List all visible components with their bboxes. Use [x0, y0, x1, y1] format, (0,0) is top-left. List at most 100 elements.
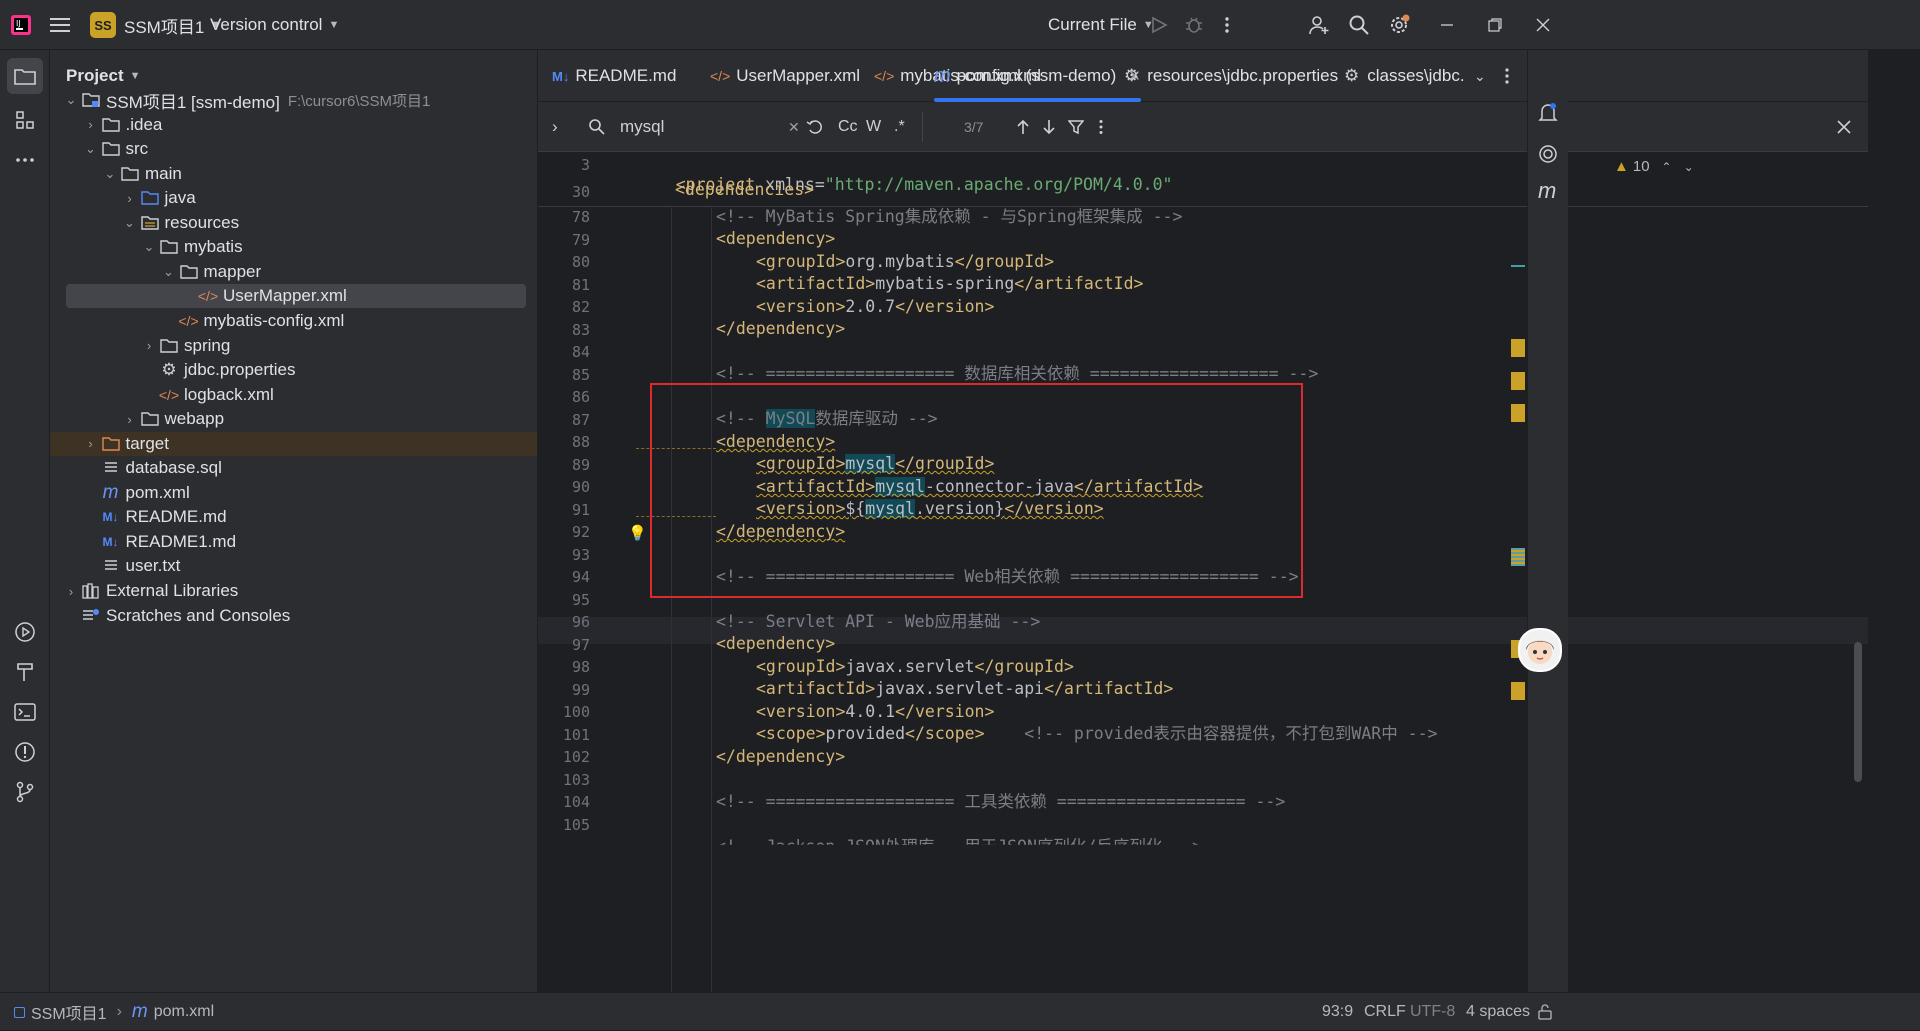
settings-gear-icon[interactable] — [1388, 0, 1412, 50]
error-stripe-mark[interactable] — [1511, 265, 1525, 267]
chevron-down-icon[interactable]: ⌄ — [82, 141, 100, 157]
regex-toggle[interactable]: .* — [894, 102, 905, 152]
more-actions-icon[interactable] — [1224, 0, 1230, 50]
tree-item[interactable]: › .idea — [50, 113, 537, 137]
history-icon[interactable] — [806, 102, 824, 152]
error-stripe-mark[interactable] — [1511, 682, 1525, 700]
maven-icon[interactable]: m — [1538, 178, 1556, 204]
search-input[interactable]: mysql — [620, 102, 770, 152]
services-run-icon[interactable] — [7, 614, 43, 650]
line-separator[interactable]: CRLF — [1364, 993, 1406, 1031]
tree-item[interactable]: M↓ README1.md — [50, 530, 537, 554]
error-stripe-mark[interactable] — [1511, 404, 1525, 422]
breadcrumb-file[interactable]: pom.xml — [154, 1003, 214, 1021]
tree-item[interactable]: › webapp — [50, 407, 537, 431]
chevron-right-icon[interactable]: › — [140, 338, 158, 353]
expand-replace-chevron-icon[interactable]: › — [552, 102, 558, 152]
clear-search-icon[interactable]: ✕ — [788, 102, 800, 152]
search-icon[interactable] — [1348, 0, 1370, 50]
git-branch-icon[interactable] — [7, 774, 43, 810]
tree-item[interactable]: › java — [50, 186, 537, 210]
project-switcher[interactable]: SS SSM项目1 ▼ — [90, 0, 221, 50]
tree-item[interactable]: Scratches and Consoles — [50, 604, 537, 628]
ide-logo-icon[interactable]: IJ — [10, 0, 32, 50]
lightbulb-icon[interactable]: 💡 — [628, 524, 647, 542]
error-stripe-mark[interactable] — [1511, 548, 1525, 566]
tab-resources-jdbc[interactable]: ⚙ resources\jdbc.properties — [1124, 50, 1338, 102]
next-occurrence-icon[interactable] — [1042, 102, 1056, 152]
chevron-down-icon[interactable]: ⌄ — [101, 166, 119, 182]
chevron-right-icon[interactable]: › — [62, 584, 80, 599]
file-encoding[interactable]: UTF-8 — [1410, 993, 1455, 1031]
chevron-right-icon[interactable]: › — [121, 412, 139, 427]
debug-icon[interactable] — [1184, 0, 1204, 50]
whole-word-toggle[interactable]: W — [866, 102, 881, 152]
breadcrumb-project[interactable]: SSM项目1 — [31, 1000, 107, 1024]
code-editor[interactable]: 3 <project xmlns="http://maven.apache.or… — [538, 152, 1868, 992]
prev-highlight-icon[interactable]: ⌃ — [1662, 160, 1672, 174]
tree-item[interactable]: ⌄ mapper — [50, 260, 537, 284]
project-tool-folder-icon[interactable] — [7, 58, 43, 94]
build-hammer-icon[interactable] — [7, 654, 43, 690]
chevron-down-icon[interactable]: ⌄ — [140, 239, 158, 255]
structure-icon[interactable] — [7, 102, 43, 138]
vcs-menu[interactable]: Version control ▼ — [210, 0, 339, 50]
chevron-down-icon[interactable]: ⌄ — [62, 92, 80, 108]
editor-scrollbar-thumb[interactable] — [1854, 642, 1862, 782]
main-menu-icon[interactable] — [50, 0, 70, 50]
run-icon[interactable] — [1150, 0, 1168, 50]
close-window-icon[interactable] — [1536, 0, 1550, 50]
notifications-bell-icon[interactable] — [1538, 102, 1558, 129]
tree-item[interactable]: ⌄ src — [50, 137, 537, 161]
search-more-icon[interactable] — [1098, 102, 1104, 152]
tree-item[interactable]: › spring — [50, 334, 537, 358]
caret-position[interactable]: 93:9 — [1322, 993, 1353, 1031]
run-config-selector[interactable]: Current File ▼ — [1048, 0, 1154, 50]
tree-item[interactable]: </> UserMapper.xml — [66, 284, 526, 309]
tab-usermapper[interactable]: </> UserMapper.xml — [710, 50, 860, 102]
problems-icon[interactable] — [7, 734, 43, 770]
avatar[interactable] — [1518, 628, 1562, 672]
tree-item[interactable]: user.txt — [50, 554, 537, 578]
tab-list-chevron-icon[interactable]: ⌄ — [1474, 50, 1486, 102]
project-panel-title: Project — [66, 66, 124, 85]
tree-item[interactable]: M↓ README.md — [50, 505, 537, 529]
chevron-down-icon[interactable]: ⌄ — [160, 264, 178, 280]
tab-readme[interactable]: M↓ README.md — [552, 50, 676, 102]
tree-item[interactable]: </> logback.xml — [50, 383, 537, 407]
tab-more-icon[interactable] — [1504, 50, 1510, 102]
lock-icon[interactable] — [1538, 993, 1552, 1031]
add-user-icon[interactable] — [1308, 0, 1330, 50]
tree-item[interactable]: ⌄ mybatis — [50, 235, 537, 259]
chevron-right-icon[interactable]: › — [82, 117, 100, 132]
terminal-icon[interactable] — [7, 694, 43, 730]
tree-item[interactable]: ⌄ main — [50, 162, 537, 186]
chevron-right-icon[interactable]: › — [121, 191, 139, 206]
tab-label: classes\jdbc.pro — [1367, 66, 1464, 85]
close-find-icon[interactable] — [1836, 102, 1852, 152]
restore-icon[interactable] — [1488, 0, 1502, 50]
tree-item[interactable]: ⚙ jdbc.properties — [50, 358, 537, 382]
minimize-icon[interactable] — [1440, 0, 1454, 50]
tree-item[interactable]: m pom.xml — [50, 481, 537, 505]
warning-indicator[interactable]: ▲ 10 ⌃ ⌄ — [1614, 158, 1694, 175]
filter-icon[interactable] — [1068, 102, 1084, 152]
tab-pom-xml[interactable]: m pom.xml (ssm-demo) ✕ — [934, 50, 1141, 102]
tab-classes-jdbc[interactable]: ⚙ classes\jdbc.pro — [1344, 50, 1464, 102]
previous-occurrence-icon[interactable] — [1016, 102, 1030, 152]
error-stripe-mark[interactable] — [1511, 372, 1525, 390]
chevron-right-icon[interactable]: › — [82, 436, 100, 451]
tree-item[interactable]: ⌄ SSM项目1 [ssm-demo] F:\cursor6\SSM项目1 — [50, 88, 537, 112]
tree-item[interactable]: database.sql — [50, 456, 537, 480]
tree-item[interactable]: › External Libraries — [50, 579, 537, 603]
tree-item[interactable]: ⌄ resources — [50, 211, 537, 235]
next-highlight-icon[interactable]: ⌄ — [1684, 160, 1694, 174]
match-case-toggle[interactable]: Cc — [838, 102, 858, 152]
indent-setting[interactable]: 4 spaces — [1466, 993, 1530, 1031]
error-stripe-mark[interactable] — [1511, 339, 1525, 357]
tree-item[interactable]: › target — [50, 431, 537, 456]
tree-item[interactable]: </> mybatis-config.xml — [50, 309, 537, 333]
chevron-down-icon[interactable]: ⌄ — [121, 215, 139, 231]
more-tools-icon[interactable] — [7, 142, 43, 178]
ai-assistant-icon[interactable] — [1538, 144, 1558, 169]
